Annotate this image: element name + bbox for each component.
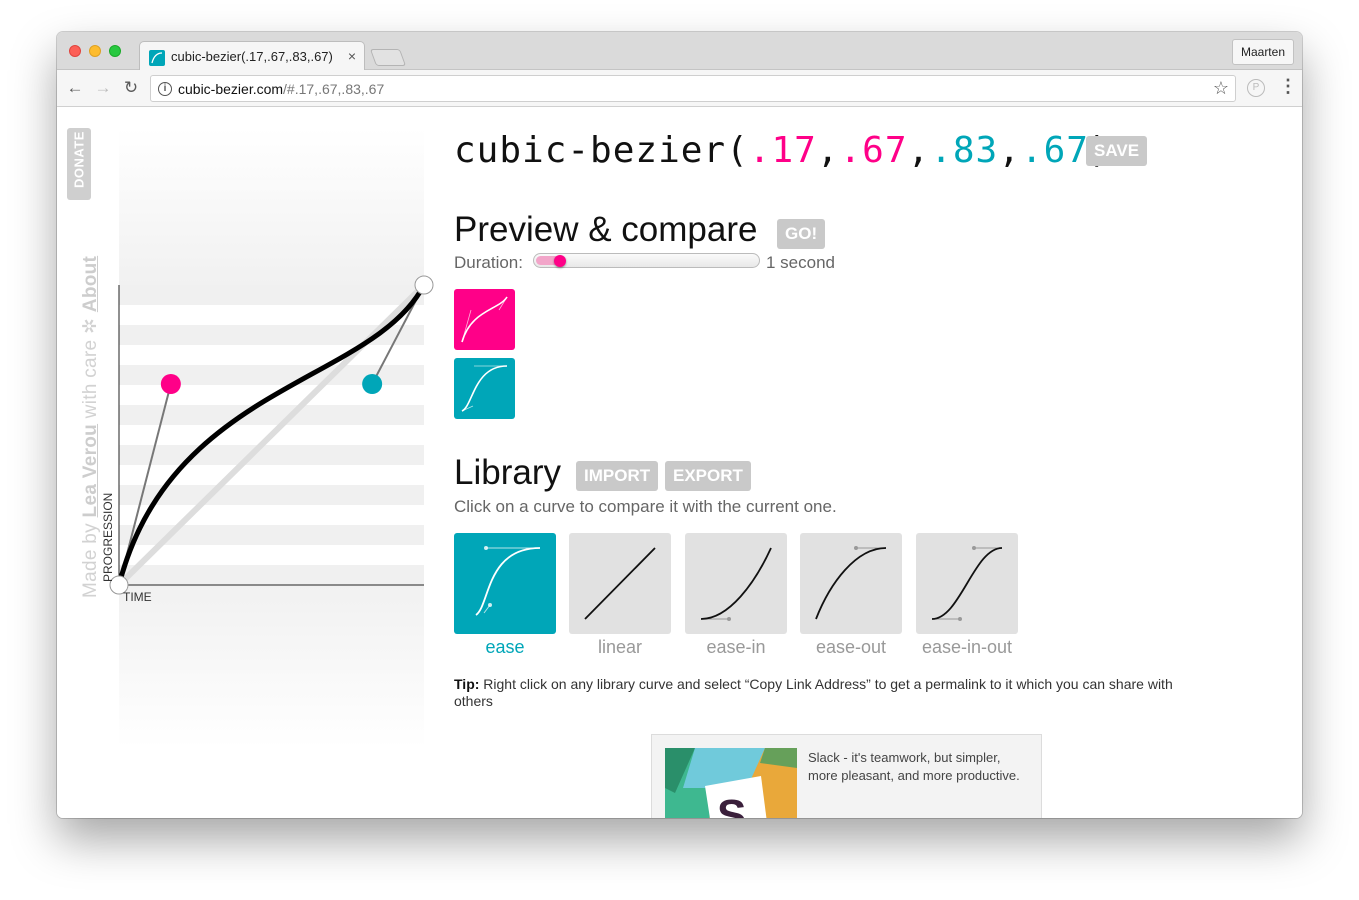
- bezier-graph[interactable]: PROGRESSION TIME: [97, 128, 442, 748]
- tab-bar: cubic-bezier(.17,.67,.83,.67) · cubic-be…: [57, 32, 1302, 71]
- forward-icon[interactable]: →: [93, 78, 113, 98]
- favicon-icon: [149, 50, 165, 66]
- value-p1x[interactable]: .17: [749, 130, 817, 171]
- overshoot-bottom-area: [119, 585, 424, 748]
- sep-2: ,: [907, 130, 931, 171]
- close-window-button[interactable]: [69, 45, 81, 57]
- library-label-linear: linear: [597, 637, 643, 657]
- control-point-1-handle[interactable]: [160, 374, 181, 394]
- duration-slider[interactable]: [533, 253, 760, 268]
- value-p2x[interactable]: .83: [930, 130, 998, 171]
- tab-close-icon[interactable]: ×: [348, 48, 356, 64]
- browser-toolbar: ← → ↻ i cubic-bezier.com/#.17,.67,.83,.6…: [57, 70, 1302, 107]
- page-content: DONATE Made by Lea Verou with care ✲ Abo…: [57, 108, 1302, 818]
- library-heading: Library: [454, 453, 561, 492]
- library-item-ease-in-out[interactable]: [916, 533, 1018, 634]
- profile-button[interactable]: Maarten: [1231, 39, 1294, 65]
- library-item-ease[interactable]: [454, 533, 556, 634]
- sep-1: ,: [816, 130, 840, 171]
- url-path: /#.17,.67,.83,.67: [283, 81, 385, 97]
- maximize-window-button[interactable]: [109, 45, 121, 57]
- graph-stripe: [119, 445, 424, 465]
- ad-text[interactable]: Slack - it's teamwork, but simpler, more…: [808, 749, 1028, 785]
- save-button[interactable]: SAVE: [1086, 136, 1148, 166]
- duration-value: 1 second: [766, 253, 835, 272]
- tip-text: Tip: Right click on any library curve an…: [454, 676, 1214, 710]
- preview-heading: Preview & compare: [454, 210, 758, 249]
- url-host: cubic-bezier.com: [178, 81, 284, 97]
- sponsor-ad[interactable]: S Slack - it's teamwork, but simpler, mo…: [651, 734, 1042, 818]
- overshoot-top-area: [119, 128, 424, 285]
- library-item-ease-out[interactable]: [800, 533, 902, 634]
- info-icon[interactable]: i: [158, 82, 172, 96]
- progression-label: PROGRESSION: [101, 493, 115, 582]
- browser-menu-icon[interactable]: ⋮: [1279, 76, 1297, 97]
- slack-ad-image[interactable]: S: [665, 748, 797, 818]
- ad-letter: S: [717, 791, 746, 818]
- control-point-2-handle[interactable]: [362, 374, 383, 394]
- go-button[interactable]: GO!: [777, 219, 826, 249]
- library-item-ease-in[interactable]: [685, 533, 787, 634]
- address-bar[interactable]: i cubic-bezier.com/#.17,.67,.83,.67 ☆: [150, 75, 1236, 102]
- value-p2y[interactable]: .67: [1021, 130, 1089, 171]
- library-description: Click on a curve to compare it with the …: [454, 497, 837, 516]
- tip-body: Right click on any library curve and sel…: [454, 676, 1173, 709]
- library-item-linear[interactable]: [569, 533, 671, 634]
- donate-button[interactable]: DONATE: [67, 128, 91, 200]
- library-label-ease: ease: [485, 637, 525, 657]
- new-tab-button[interactable]: [369, 49, 407, 66]
- duration-label: Duration:: [454, 253, 523, 272]
- graph-stripe: [119, 285, 424, 305]
- browser-window: cubic-bezier(.17,.67,.83,.67) · cubic-be…: [57, 32, 1302, 818]
- value-p1y[interactable]: .67: [839, 130, 907, 171]
- title-prefix: cubic-bezier(: [454, 130, 749, 171]
- library-label-ease-out: ease-out: [815, 637, 887, 657]
- preview-compare-curve[interactable]: [454, 358, 515, 419]
- extension-icon[interactable]: P: [1247, 79, 1265, 97]
- sep-3: ,: [998, 130, 1021, 171]
- bezier-value-title: cubic-bezier(.17,.67,.83,.67): [454, 130, 1112, 171]
- library-label-ease-in: ease-in: [706, 637, 766, 657]
- export-button[interactable]: EXPORT: [665, 461, 751, 491]
- back-icon[interactable]: ←: [65, 78, 85, 98]
- preview-current-curve[interactable]: [454, 289, 515, 350]
- tab-title: cubic-bezier(.17,.67,.83,.67) · cubic-be…: [171, 49, 336, 64]
- import-button[interactable]: IMPORT: [576, 461, 659, 491]
- duration-slider-thumb[interactable]: [554, 255, 566, 267]
- reload-icon[interactable]: ↻: [121, 78, 141, 98]
- tip-bold: Tip:: [454, 676, 480, 692]
- code-title: cubic-bezier(.17,.67,.83,.67): [454, 130, 1112, 171]
- end-point: [414, 275, 434, 295]
- graph-stripe: [119, 565, 424, 585]
- tab-active[interactable]: cubic-bezier(.17,.67,.83,.67) · cubic-be…: [139, 41, 365, 71]
- minimize-window-button[interactable]: [89, 45, 101, 57]
- bookmark-star-icon[interactable]: ☆: [1213, 78, 1229, 99]
- donate-label: DONATE: [71, 131, 87, 188]
- url-text[interactable]: cubic-bezier.com/#.17,.67,.83,.67: [178, 81, 384, 97]
- time-label: TIME: [123, 590, 152, 604]
- library-label-ease-in-out: ease-in-out: [921, 637, 1013, 657]
